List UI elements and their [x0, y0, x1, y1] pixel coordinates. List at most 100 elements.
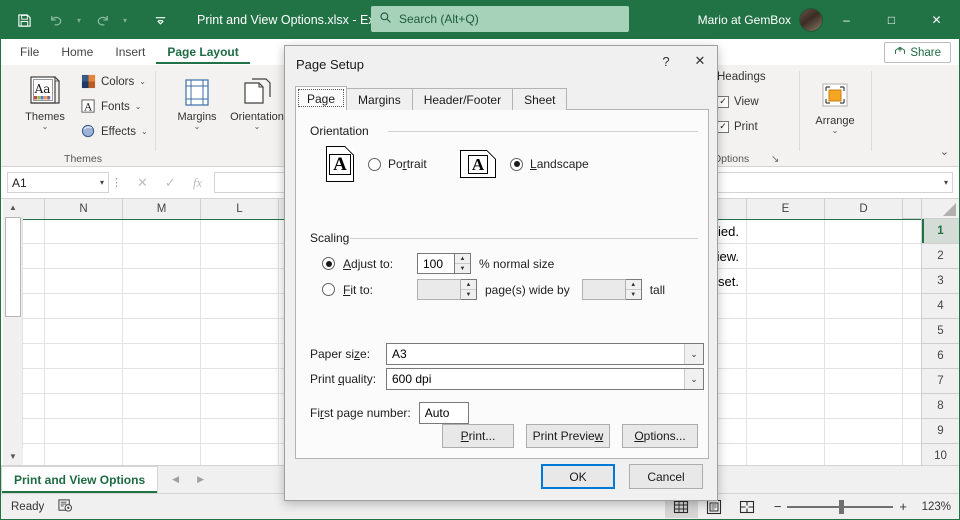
zoom-slider-thumb[interactable]: [839, 500, 844, 514]
grid-cell[interactable]: [123, 244, 201, 269]
zoom-out-button[interactable]: −: [774, 499, 782, 514]
grid-cell[interactable]: [45, 419, 123, 444]
theme-fonts-button[interactable]: A Fonts ⌄: [81, 94, 148, 119]
previous-sheet-icon[interactable]: ◀: [172, 474, 179, 485]
fit-to-tall-input[interactable]: [582, 279, 626, 300]
print-preview-button[interactable]: Print Preview: [526, 424, 610, 448]
grid-cell[interactable]: [45, 369, 123, 394]
theme-effects-button[interactable]: Effects ⌄: [81, 119, 148, 144]
column-header-n[interactable]: N: [45, 199, 123, 219]
next-sheet-icon[interactable]: ▶: [197, 474, 204, 485]
headings-view-checkbox[interactable]: ✓ View: [717, 89, 766, 114]
options-button[interactable]: Options...: [622, 424, 698, 448]
ribbon-tab-home[interactable]: Home: [50, 41, 104, 64]
zoom-in-button[interactable]: +: [899, 499, 907, 514]
adjust-to-input[interactable]: 100: [417, 253, 455, 274]
grid-cell[interactable]: [23, 219, 45, 244]
grid-cell[interactable]: [201, 244, 279, 269]
portrait-page-icon[interactable]: A: [326, 146, 354, 182]
row-header-1[interactable]: 1: [921, 219, 959, 244]
expand-formula-bar-icon[interactable]: ▾: [944, 178, 948, 187]
grid-cell[interactable]: [45, 344, 123, 369]
grid-cell[interactable]: [123, 294, 201, 319]
fit-to-tall-spinner[interactable]: ▲ ▼: [626, 279, 642, 300]
avatar[interactable]: [799, 8, 823, 32]
grid-cell[interactable]: [201, 294, 279, 319]
grid-cell[interactable]: [123, 344, 201, 369]
ribbon-tab-insert[interactable]: Insert: [104, 41, 156, 64]
fit-to-wide-spinner[interactable]: ▲ ▼: [461, 279, 477, 300]
vertical-scrollbar[interactable]: ▲ ▼: [3, 199, 23, 465]
column-header-e[interactable]: E: [747, 199, 825, 219]
grid-cell[interactable]: [825, 419, 903, 444]
grid-cell[interactable]: [747, 444, 825, 465]
first-page-number-input[interactable]: Auto: [419, 402, 469, 424]
row-header-7[interactable]: 7: [921, 369, 959, 394]
scroll-up-icon[interactable]: ▲: [3, 199, 23, 216]
adjust-to-spinner[interactable]: ▲ ▼: [455, 253, 471, 274]
portrait-radio-row[interactable]: Portrait: [368, 157, 427, 171]
grid-cell[interactable]: [123, 369, 201, 394]
grid-cell[interactable]: [201, 269, 279, 294]
portrait-radio[interactable]: [368, 158, 381, 171]
row-header-4[interactable]: 4: [921, 294, 959, 319]
grid-cell[interactable]: [45, 444, 123, 465]
customize-quick-access-toolbar-icon[interactable]: [145, 7, 175, 33]
grid-cell[interactable]: [45, 269, 123, 294]
collapse-ribbon-icon[interactable]: ⌄: [940, 145, 949, 158]
dialog-tab-page[interactable]: Page: [295, 86, 347, 110]
grid-cell[interactable]: [23, 344, 45, 369]
landscape-radio-row[interactable]: Landscape: [510, 157, 589, 171]
fit-to-wide-input[interactable]: [417, 279, 461, 300]
spinner-up-icon[interactable]: ▲: [626, 280, 641, 290]
grid-cell[interactable]: [825, 394, 903, 419]
chevron-down-icon[interactable]: ⌄: [42, 123, 49, 131]
chevron-down-icon[interactable]: ⌄: [684, 369, 703, 389]
grid-cell[interactable]: [201, 219, 279, 244]
insert-function-icon[interactable]: fx: [193, 175, 202, 191]
column-header-l[interactable]: L: [201, 199, 279, 219]
confirm-check-icon[interactable]: ✓: [165, 175, 176, 191]
grid-cell[interactable]: [45, 219, 123, 244]
undo-icon[interactable]: [41, 7, 71, 33]
grid-cell[interactable]: [747, 419, 825, 444]
page-break-preview-icon[interactable]: [731, 496, 764, 518]
grid-cell[interactable]: [123, 269, 201, 294]
grid-cell[interactable]: [747, 344, 825, 369]
grid-cell[interactable]: [23, 294, 45, 319]
row-header-3[interactable]: 3: [921, 269, 959, 294]
print-button[interactable]: Print...: [442, 424, 514, 448]
grid-cell[interactable]: [201, 394, 279, 419]
sheet-options-dialog-launcher[interactable]: ↘: [771, 154, 779, 165]
row-header-2[interactable]: 2: [921, 244, 959, 269]
dialog-tab-margins[interactable]: Margins: [346, 88, 413, 110]
chevron-down-icon[interactable]: ⌄: [194, 123, 201, 131]
chevron-down-icon[interactable]: ⌄: [254, 123, 261, 131]
column-header-d[interactable]: D: [825, 199, 903, 219]
formula-bar-drag-handle[interactable]: ⋮: [109, 176, 125, 189]
grid-cell[interactable]: [825, 219, 903, 244]
grid-cell[interactable]: [123, 419, 201, 444]
ribbon-tab-file[interactable]: File: [9, 41, 50, 64]
print-quality-combo[interactable]: 600 dpi ⌄: [386, 368, 704, 390]
chevron-down-icon[interactable]: ▾: [100, 178, 104, 187]
column-header-partial[interactable]: [23, 199, 45, 219]
fit-to-radio[interactable]: [322, 283, 335, 296]
grid-cell[interactable]: [201, 344, 279, 369]
vertical-scroll-thumb[interactable]: [5, 217, 21, 317]
grid-cell[interactable]: [201, 419, 279, 444]
grid-cell[interactable]: [123, 444, 201, 465]
grid-cell[interactable]: [201, 369, 279, 394]
row-header-5[interactable]: 5: [921, 319, 959, 344]
arrange-button[interactable]: Arrange ⌄: [805, 71, 865, 135]
grid-cell[interactable]: [825, 294, 903, 319]
themes-button[interactable]: Aa Themes ⌄: [15, 67, 75, 131]
row-header-9[interactable]: 9: [921, 419, 959, 444]
grid-cell[interactable]: [825, 344, 903, 369]
spinner-up-icon[interactable]: ▲: [455, 254, 470, 264]
sheet-tab-print-and-view-options[interactable]: Print and View Options: [1, 466, 158, 493]
grid-cell[interactable]: [201, 319, 279, 344]
grid-cell[interactable]: [23, 444, 45, 465]
minimize-button[interactable]: –: [824, 1, 869, 39]
spinner-down-icon[interactable]: ▼: [455, 264, 470, 273]
